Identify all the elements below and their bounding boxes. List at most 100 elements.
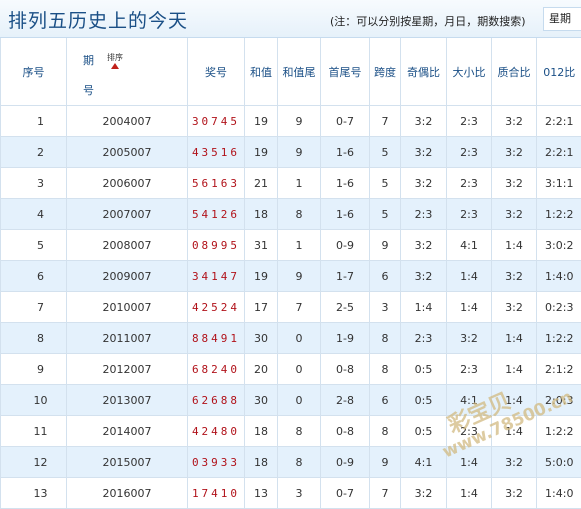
cell-head-tail: 1-6 [320,198,370,230]
table-row: 9 2012007 68240 20 0 0-8 8 0:5 2:3 1:4 2:1:2 [0,353,581,385]
cell-odd-even: 3:2 [400,229,447,261]
cell-odd-even: 0:5 [400,353,447,385]
cell-span: 7 [369,105,401,137]
cell-sum: 31 [244,229,278,261]
cell-prize: 42480 [187,415,245,447]
tab-weekday[interactable]: 星期 [543,7,581,31]
sort-arrow-icon[interactable] [111,63,119,69]
cell-no: 13 [0,477,67,509]
cell-sum: 17 [244,291,278,323]
cell-no: 1 [0,105,67,137]
header-prime-composite: 质合比 [491,38,537,106]
cell-span: 8 [369,322,401,354]
cell-prize: 34147 [187,260,245,292]
table-row: 13 2016007 17410 13 3 0-7 7 3:2 1:4 3:2 1:4:0 [0,477,581,509]
cell-head-tail: 0-8 [320,415,370,447]
cell-mod012: 0:2:3 [536,291,581,323]
table-row: 10 2013007 62688 30 0 2-8 6 0:5 4:1 1:4 2:0:3 [0,384,581,416]
cell-period: 2005007 [66,136,188,168]
cell-mod012: 1:4:0 [536,477,581,509]
table-row: 2 2005007 43516 19 9 1-6 5 3:2 2:3 3:2 2:2:1 [0,136,581,168]
cell-sum-tail: 0 [277,384,321,416]
cell-sum: 21 [244,167,278,199]
cell-sum: 18 [244,415,278,447]
cell-span: 8 [369,415,401,447]
cell-prime-composite: 3:2 [491,198,537,230]
table-row: 1 2004007 30745 19 9 0-7 7 3:2 2:3 3:2 2:2:1 [0,105,581,137]
cell-span: 3 [369,291,401,323]
cell-sum: 18 [244,198,278,230]
cell-no: 7 [0,291,67,323]
cell-period: 2016007 [66,477,188,509]
cell-mod012: 1:2:2 [536,198,581,230]
cell-period: 2013007 [66,384,188,416]
cell-mod012: 2:0:3 [536,384,581,416]
table-row: 12 2015007 03933 18 8 0-9 9 4:1 1:4 3:2 5:0:0 [0,446,581,478]
cell-prize: 62688 [187,384,245,416]
table-row: 3 2006007 56163 21 1 1-6 5 3:2 2:3 3:2 3:1:1 [0,167,581,199]
cell-sum: 18 [244,446,278,478]
cell-big-small: 2:3 [446,167,492,199]
cell-odd-even: 2:3 [400,322,447,354]
cell-mod012: 1:2:2 [536,415,581,447]
cell-no: 6 [0,260,67,292]
sort-link[interactable]: 排序 [107,52,123,63]
cell-mod012: 3:1:1 [536,167,581,199]
cell-prime-composite: 3:2 [491,167,537,199]
cell-sum-tail: 1 [277,167,321,199]
cell-no: 11 [0,415,67,447]
cell-no: 5 [0,229,67,261]
cell-sum-tail: 8 [277,415,321,447]
cell-big-small: 3:2 [446,322,492,354]
cell-prime-composite: 3:2 [491,260,537,292]
cell-prime-composite: 1:4 [491,229,537,261]
cell-prime-composite: 1:4 [491,384,537,416]
header-prize: 奖号 [187,38,245,106]
table-row: 11 2014007 42480 18 8 0-8 8 0:5 2:3 1:4 1:2:2 [0,415,581,447]
cell-period: 2012007 [66,353,188,385]
cell-no: 8 [0,322,67,354]
cell-big-small: 2:3 [446,415,492,447]
cell-head-tail: 1-6 [320,136,370,168]
cell-span: 8 [369,353,401,385]
cell-prize: 68240 [187,353,245,385]
cell-sum-tail: 3 [277,477,321,509]
cell-prime-composite: 3:2 [491,446,537,478]
cell-head-tail: 0-9 [320,446,370,478]
cell-mod012: 2:2:1 [536,136,581,168]
cell-span: 9 [369,229,401,261]
cell-period: 2011007 [66,322,188,354]
cell-no: 9 [0,353,67,385]
cell-big-small: 4:1 [446,229,492,261]
table-row: 5 2008007 08995 31 1 0-9 9 3:2 4:1 1:4 3:0:2 [0,229,581,261]
cell-span: 5 [369,136,401,168]
cell-odd-even: 3:2 [400,105,447,137]
header-head-tail: 首尾号 [320,38,370,106]
cell-prize: 43516 [187,136,245,168]
cell-big-small: 2:3 [446,105,492,137]
cell-mod012: 2:1:2 [536,353,581,385]
cell-mod012: 2:2:1 [536,105,581,137]
cell-sum-tail: 8 [277,198,321,230]
cell-head-tail: 0-9 [320,229,370,261]
cell-sum: 19 [244,260,278,292]
cell-prize: 03933 [187,446,245,478]
cell-big-small: 2:3 [446,353,492,385]
cell-prize: 88491 [187,322,245,354]
cell-prime-composite: 3:2 [491,105,537,137]
cell-odd-even: 3:2 [400,260,447,292]
header-no: 序号 [0,38,67,106]
cell-mod012: 1:4:0 [536,260,581,292]
cell-big-small: 1:4 [446,260,492,292]
cell-sum-tail: 9 [277,260,321,292]
header-sum-tail: 和值尾 [277,38,321,106]
cell-sum: 13 [244,477,278,509]
cell-odd-even: 2:3 [400,198,447,230]
cell-period: 2014007 [66,415,188,447]
cell-sum: 30 [244,322,278,354]
cell-sum-tail: 1 [277,229,321,261]
results-table: 序号 期 号 排序 奖号 和值 和值尾 首尾号 跨度 奇偶比 大小比 质合比 0… [0,38,581,509]
cell-prime-composite: 3:2 [491,291,537,323]
table-row: 4 2007007 54126 18 8 1-6 5 2:3 2:3 3:2 1:2:2 [0,198,581,230]
cell-prize: 17410 [187,477,245,509]
